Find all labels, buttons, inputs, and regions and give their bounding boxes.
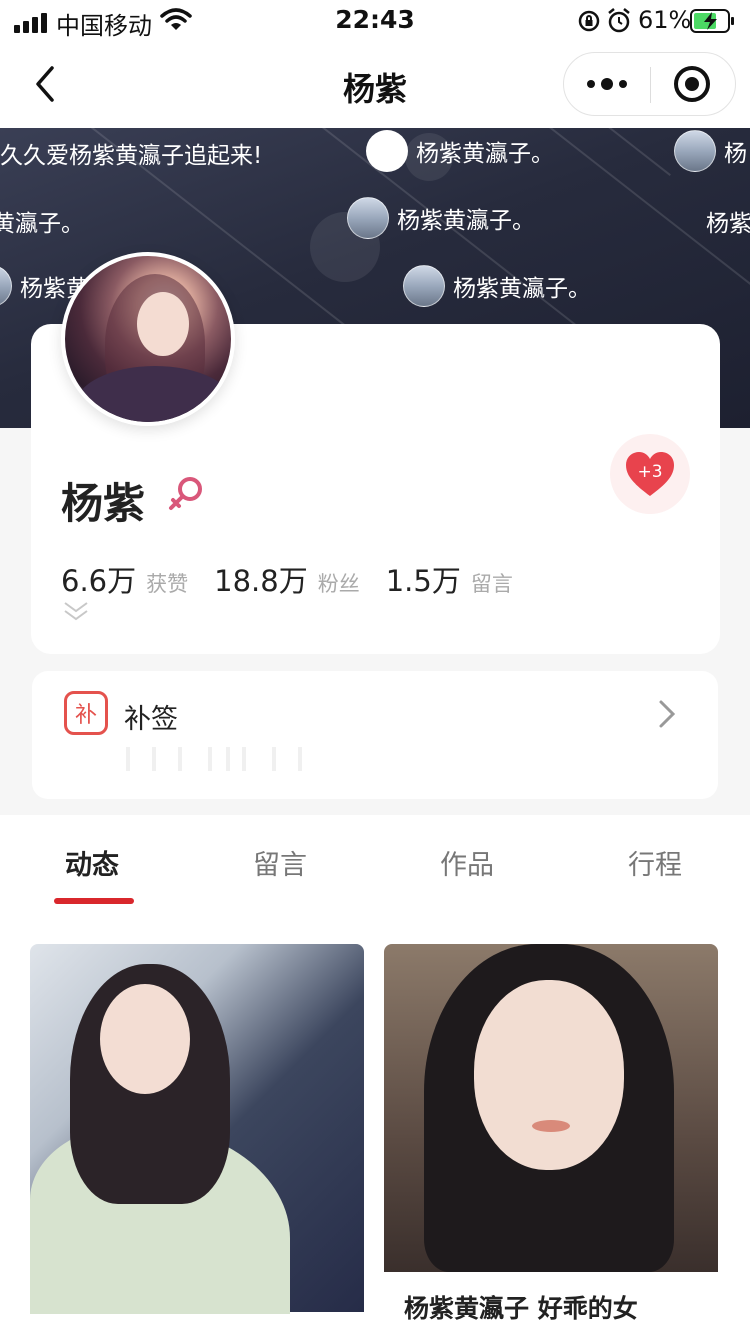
likes-count: 6.6万 — [61, 564, 137, 598]
tab-messages[interactable]: 留言 — [253, 843, 307, 882]
post-image — [384, 944, 718, 1272]
post-caption: 杨紫黄瀛子 好乖的女 — [404, 1294, 638, 1323]
sign-placeholder — [122, 747, 312, 771]
danmaku-item: 杨紫黄瀛子。 — [347, 197, 535, 239]
close-mini-program-button[interactable] — [674, 66, 710, 102]
danmaku-text: 杨紫 — [706, 211, 750, 237]
profile-stats: 6.6万 获赞 18.8万 粉丝 1.5万 留言 — [61, 558, 539, 600]
active-tab-indicator — [54, 898, 134, 904]
chevron-right-icon — [659, 700, 676, 728]
battery-percent: 61% — [638, 6, 692, 34]
danmaku-text: 杨紫黄瀛子。 — [397, 208, 535, 234]
post-card[interactable]: 杨紫黄瀛子 好乖的女 — [384, 944, 718, 1334]
danmaku-text: 久久爱杨紫黄瀛子追起来! — [0, 143, 263, 169]
sign-label: 补签 — [124, 704, 178, 735]
danmaku-item: 黄瀛子。 — [0, 204, 84, 238]
avatar — [0, 265, 12, 307]
fans-label: 粉丝 — [317, 572, 360, 596]
avatar — [347, 197, 389, 239]
messages-label: 留言 — [470, 572, 513, 596]
star-name: 杨紫 — [61, 479, 146, 528]
tab-schedule[interactable]: 行程 — [628, 843, 682, 882]
danmaku-text: 杨紫黄瀛子。 — [453, 276, 591, 302]
status-bar: 中国移动 22:43 61% — [0, 0, 750, 42]
danmaku-text: 杨 — [724, 141, 747, 167]
heart-badge: +3 — [637, 462, 663, 482]
avatar — [403, 265, 445, 307]
avatar — [366, 130, 408, 172]
post-card[interactable] — [30, 944, 364, 1334]
danmaku-item: 杨紫黄瀛子。 — [366, 130, 554, 172]
danmaku-item: 杨紫 — [706, 204, 750, 238]
capsule-divider — [650, 67, 651, 103]
post-image — [30, 944, 364, 1314]
profile-avatar[interactable] — [61, 252, 235, 426]
danmaku-item: 久久爱杨紫黄瀛子追起来! — [0, 136, 262, 170]
tab-works[interactable]: 作品 — [440, 843, 494, 882]
make-up-sign-card[interactable]: 补 补签 — [32, 671, 718, 799]
danmaku-item: 杨紫黄瀛子。 — [403, 265, 591, 307]
danmaku-text: 杨紫黄瀛子。 — [416, 141, 554, 167]
more-button[interactable] — [564, 53, 650, 115]
moments-feed: 杨紫黄瀛子 好乖的女 — [0, 915, 750, 1334]
tab-moments[interactable]: 动态 — [65, 843, 119, 882]
page: 中国移动 22:43 61% 杨紫 久久爱杨紫黄瀛子追起来! 杨紫黄瀛子。 杨 … — [0, 0, 750, 1334]
female-icon — [169, 477, 202, 510]
rotation-lock-icon — [578, 10, 600, 32]
avatar — [674, 130, 716, 172]
expand-chevron-icon[interactable] — [63, 600, 89, 622]
messages-count: 1.5万 — [385, 564, 461, 598]
sign-icon: 补 — [64, 691, 108, 735]
like-heart-button[interactable]: +3 — [610, 434, 690, 514]
danmaku-text: 黄瀛子。 — [0, 211, 84, 237]
fans-count: 18.8万 — [214, 564, 308, 598]
navigation-bar: 杨紫 — [0, 42, 750, 128]
battery-charging-icon — [690, 9, 734, 33]
content-tabs: 动态 留言 作品 行程 — [0, 815, 750, 915]
danmaku-item: 杨 — [674, 130, 747, 172]
mini-program-capsule — [563, 52, 736, 116]
likes-label: 获赞 — [146, 572, 189, 596]
alarm-icon — [608, 8, 630, 33]
